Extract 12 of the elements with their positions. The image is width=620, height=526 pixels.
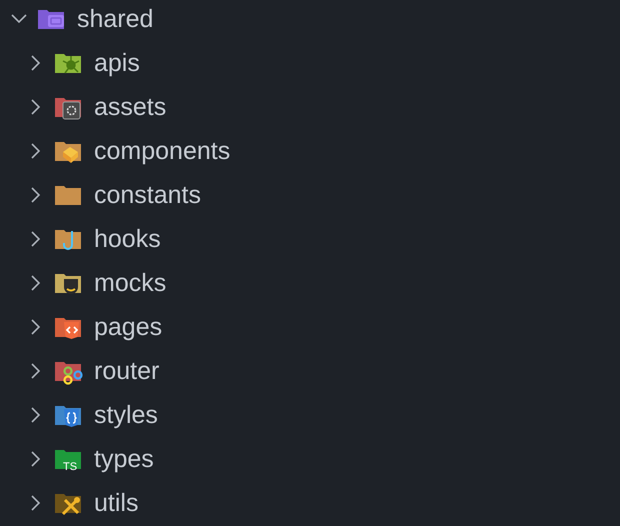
folder-name[interactable]: assets <box>94 92 166 122</box>
folder-name[interactable]: apis <box>94 48 140 78</box>
folder-name[interactable]: router <box>94 356 160 386</box>
folder-name[interactable]: types <box>94 444 154 474</box>
folder-name[interactable]: pages <box>94 312 162 342</box>
folder-name[interactable]: mocks <box>94 268 166 298</box>
folder-name[interactable]: utils <box>94 488 138 518</box>
folder-name[interactable]: components <box>94 136 230 166</box>
folder-name[interactable]: shared <box>77 4 154 34</box>
folder-name[interactable]: styles <box>94 400 158 430</box>
folder-name[interactable]: hooks <box>94 224 161 254</box>
folder-name[interactable]: constants <box>94 180 202 210</box>
